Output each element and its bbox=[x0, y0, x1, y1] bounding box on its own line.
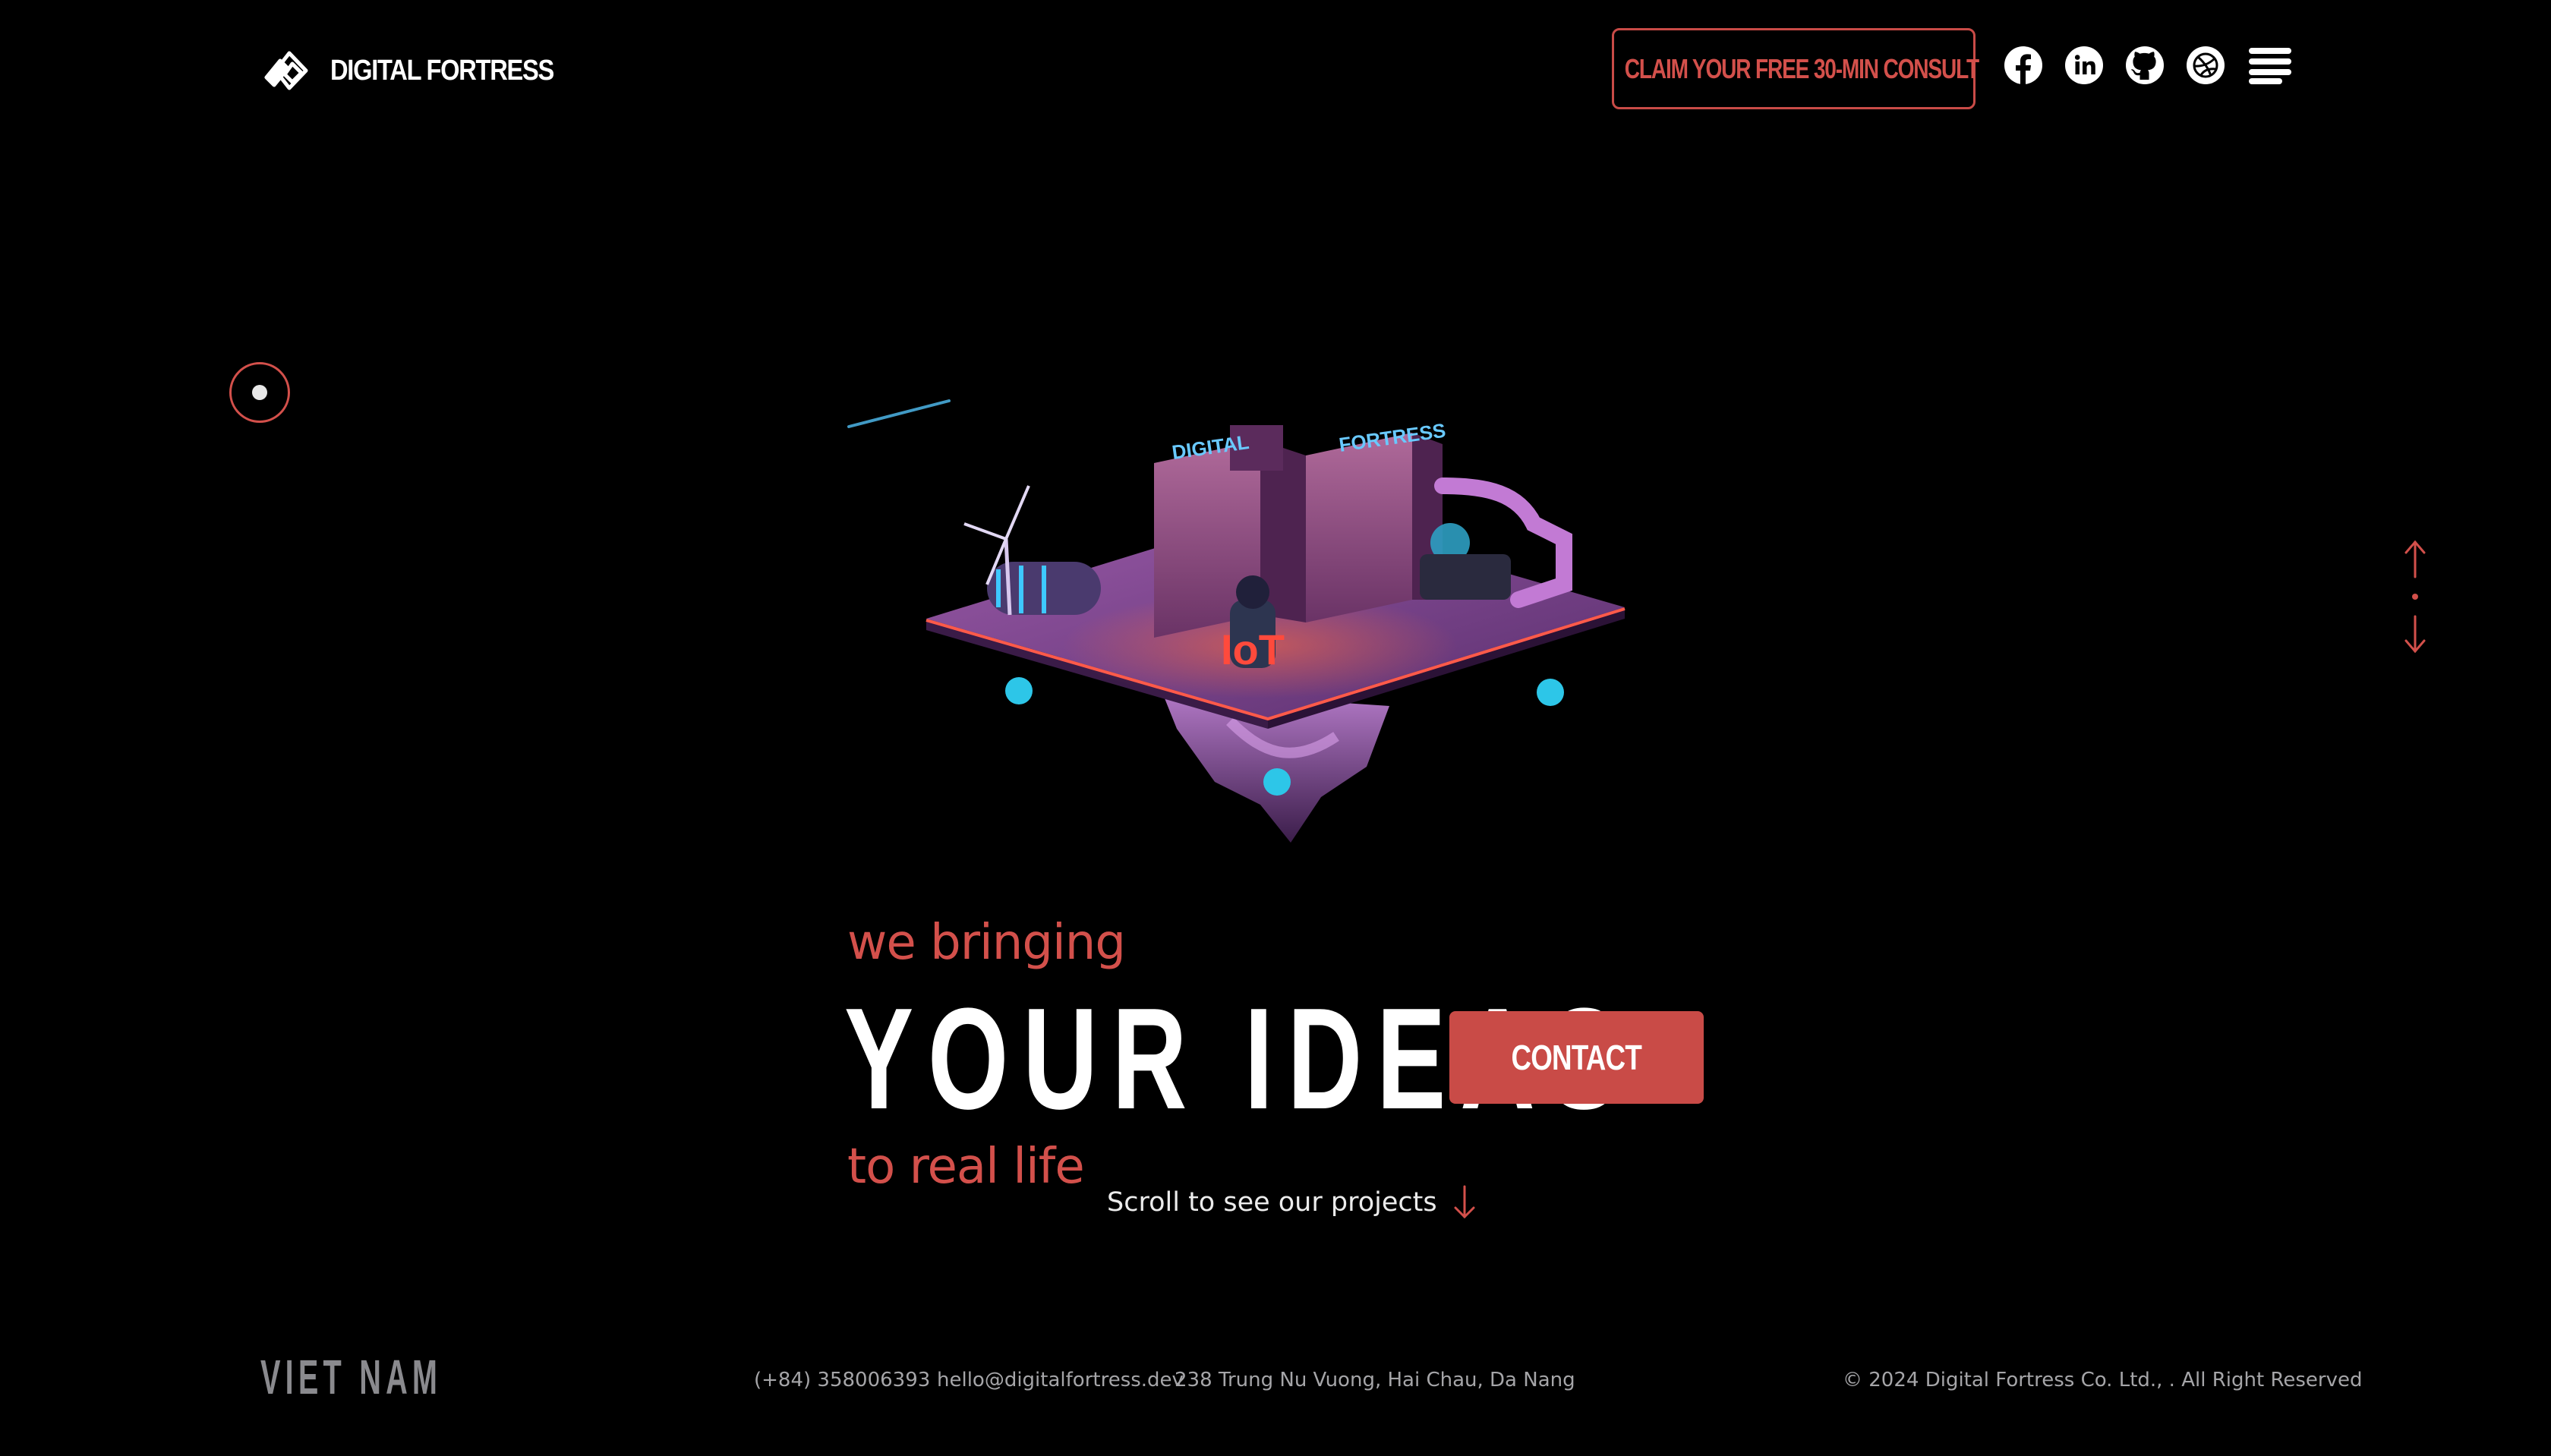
contact-button[interactable]: CONTACT bbox=[1449, 1011, 1704, 1104]
scroll-hint-text: Scroll to see our projects bbox=[1107, 1187, 1437, 1218]
scroll-down-arrow-icon[interactable] bbox=[2404, 615, 2426, 654]
claim-consult-label: CLAIM YOUR FREE 30-MIN CONSULT bbox=[1624, 52, 1979, 84]
scroll-position-dot bbox=[2412, 594, 2418, 600]
footer-email[interactable]: hello@digitalfortress.dev bbox=[937, 1369, 1184, 1391]
contact-button-label: CONTACT bbox=[1511, 1038, 1642, 1077]
section-indicator-dot[interactable] bbox=[229, 362, 290, 423]
linkedin-icon[interactable] bbox=[2064, 46, 2104, 85]
github-icon[interactable] bbox=[2125, 46, 2165, 85]
footer-phone[interactable]: (+84) 358006393 bbox=[754, 1369, 930, 1391]
tagline-top: we bringing bbox=[847, 915, 1126, 971]
dribbble-icon[interactable] bbox=[2186, 46, 2225, 85]
scroll-navigation bbox=[2399, 537, 2431, 659]
claim-consult-button[interactable]: CLAIM YOUR FREE 30-MIN CONSULT bbox=[1612, 28, 1979, 109]
landing-page: DIGITAL FORTRESS CLAIM YOUR FREE 30-MIN … bbox=[0, 0, 2551, 1456]
footer-copyright: © 2024 Digital Fortress Co. Ltd., . All … bbox=[1843, 1369, 2363, 1391]
brand-name: DIGITAL FORTRESS bbox=[330, 54, 554, 87]
hamburger-menu-icon[interactable] bbox=[2249, 48, 2291, 84]
logo-mark-icon bbox=[264, 51, 308, 90]
hero-iot-illustration: DIGITAL FORTRESS IoT bbox=[847, 399, 1626, 843]
arrow-down-icon bbox=[1454, 1185, 1475, 1219]
footer-address: 238 Trung Nu Vuong, Hai Chau, Da Nang bbox=[1175, 1369, 1575, 1391]
country-label: VIET NAM bbox=[260, 1350, 443, 1404]
scroll-up-arrow-icon[interactable] bbox=[2404, 540, 2426, 578]
scroll-to-projects-link[interactable]: Scroll to see our projects bbox=[1107, 1185, 1478, 1220]
art-iot-label: IoT bbox=[1221, 626, 1285, 673]
brand-logo[interactable]: DIGITAL FORTRESS bbox=[260, 44, 590, 97]
facebook-icon[interactable] bbox=[2004, 46, 2043, 85]
tagline-bottom: to real life bbox=[847, 1139, 1085, 1195]
